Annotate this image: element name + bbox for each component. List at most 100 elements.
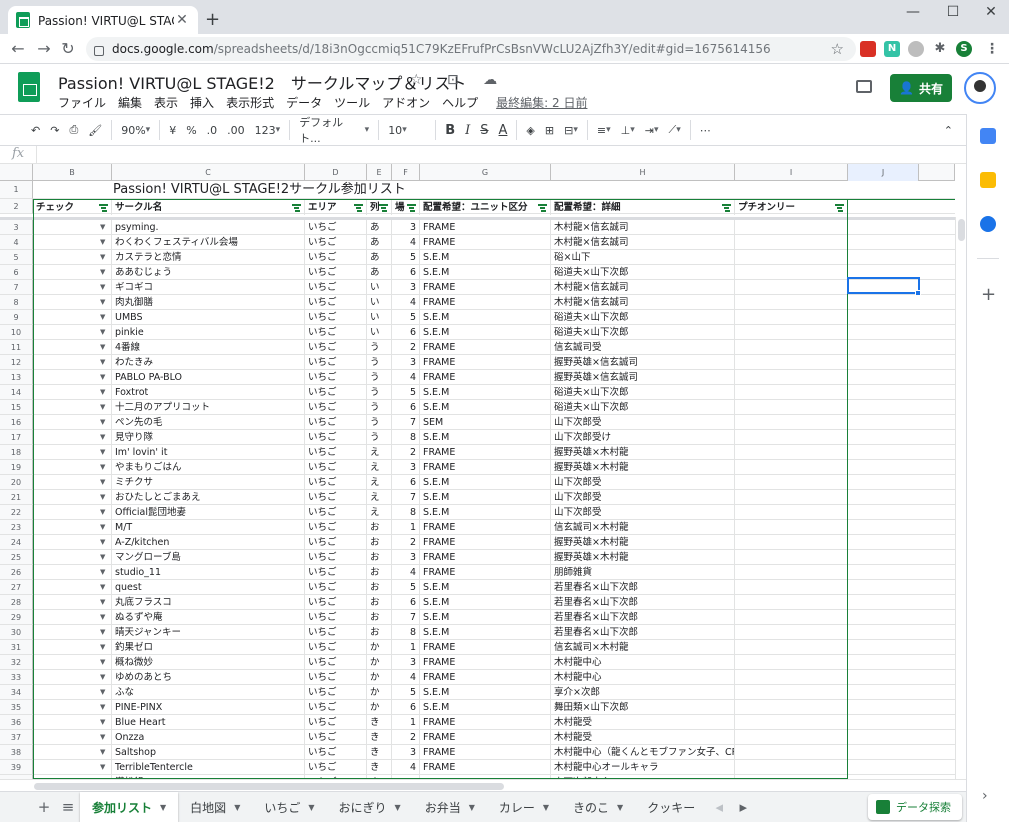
maximize-button[interactable]: ☐ — [938, 4, 968, 20]
row-number[interactable]: 21 — [0, 490, 33, 505]
row-number[interactable]: 17 — [0, 430, 33, 445]
sheet-tab-ichigo[interactable]: いちご ▼ — [252, 792, 326, 822]
vertical-scrollbar[interactable] — [955, 217, 966, 779]
sheet-tab-curry[interactable]: カレー ▼ — [487, 792, 561, 822]
strikethrough-button[interactable]: S — [475, 118, 493, 142]
row-number[interactable]: 32 — [0, 655, 33, 670]
comment-history-icon[interactable] — [856, 80, 872, 93]
row-number[interactable]: 33 — [0, 670, 33, 685]
font-size-select[interactable]: 10 — [383, 118, 431, 142]
pdf-extension-icon[interactable] — [860, 41, 876, 57]
forward-button[interactable]: → — [34, 39, 54, 58]
tab-close-icon[interactable]: ✕ — [174, 12, 190, 28]
percent-format-button[interactable]: % — [181, 118, 201, 142]
row-number[interactable]: 6 — [0, 265, 33, 280]
row-number[interactable]: 26 — [0, 565, 33, 580]
menu-edit[interactable]: 編集 — [118, 94, 142, 111]
scroll-tabs-left-icon[interactable]: ◂ — [707, 798, 731, 816]
avatar[interactable] — [964, 72, 996, 104]
row-number[interactable]: 14 — [0, 385, 33, 400]
text-wrap-icon[interactable]: ⇥ — [640, 118, 664, 142]
row-number[interactable]: 29 — [0, 610, 33, 625]
document-title[interactable]: Passion! VIRTU@L STAGE!2 サークルマップ＆リスト — [58, 70, 466, 94]
add-sheet-button[interactable]: + — [32, 798, 56, 816]
add-addon-icon[interactable]: + — [981, 284, 996, 305]
sheet-tab-blank-map[interactable]: 白地図 ▼ — [178, 792, 252, 822]
last-edit-link[interactable]: 最終編集: 2 日前 — [496, 94, 587, 111]
row-number[interactable]: 12 — [0, 355, 33, 370]
row-number[interactable]: 25 — [0, 550, 33, 565]
row-number[interactable]: 8 — [0, 295, 33, 310]
more-options-icon[interactable]: ⋯ — [695, 118, 716, 142]
row-number[interactable]: 35 — [0, 700, 33, 715]
row-number[interactable]: 1 — [0, 181, 33, 199]
title-actions-icons[interactable]: ☆ ⊡ ☁ — [410, 72, 507, 88]
window-close-button[interactable]: ✕ — [976, 4, 1006, 20]
reload-button[interactable]: ↻ — [58, 39, 78, 58]
row-number[interactable]: 30 — [0, 625, 33, 640]
row-number[interactable]: 11 — [0, 340, 33, 355]
menu-data[interactable]: データ — [286, 94, 322, 111]
scroll-thumb[interactable] — [34, 783, 504, 790]
row-number[interactable]: 37 — [0, 730, 33, 745]
menu-addons[interactable]: アドオン — [382, 94, 430, 111]
chevron-down-icon[interactable]: ▼ — [160, 803, 166, 812]
print-icon[interactable]: ⎙ — [64, 118, 83, 142]
new-tab-button[interactable]: + — [205, 9, 220, 30]
currency-format-button[interactable]: ¥ — [164, 118, 181, 142]
extensions-puzzle-icon[interactable]: ✱ — [932, 41, 948, 57]
horizontal-align-icon[interactable]: ≡ — [592, 118, 616, 142]
sheet-tab-participants[interactable]: 参加リスト ▼ — [80, 792, 179, 822]
vertical-align-icon[interactable]: ⊥ — [616, 118, 640, 142]
emoji-extension-icon[interactable] — [908, 41, 924, 57]
redo-icon[interactable]: ↷ — [45, 118, 64, 142]
column-header-i[interactable]: I — [735, 164, 848, 181]
row-number[interactable]: 39 — [0, 760, 33, 775]
explore-button[interactable]: データ探索 — [868, 794, 962, 820]
scroll-tabs-right-icon[interactable]: ▸ — [731, 798, 755, 816]
column-header-c[interactable]: C — [112, 164, 305, 181]
back-button[interactable]: ← — [8, 39, 28, 58]
bookmark-star-icon[interactable]: ☆ — [831, 40, 844, 58]
column-header-k[interactable] — [919, 164, 955, 181]
sheets-logo-icon[interactable] — [18, 72, 40, 102]
select-all-corner[interactable] — [0, 164, 33, 181]
share-button[interactable]: 👤 共有 — [890, 74, 952, 102]
chevron-down-icon[interactable]: ▼ — [308, 803, 314, 812]
fill-handle[interactable] — [915, 290, 921, 296]
row-number[interactable]: 9 — [0, 310, 33, 325]
selected-cell[interactable] — [847, 277, 920, 294]
chevron-down-icon[interactable]: ▼ — [395, 803, 401, 812]
column-header-e[interactable]: E — [367, 164, 392, 181]
row-number[interactable]: 5 — [0, 250, 33, 265]
text-rotate-icon[interactable]: ⟋ — [663, 118, 685, 142]
row-number[interactable]: 3 — [0, 220, 33, 235]
row-number[interactable]: 31 — [0, 640, 33, 655]
row-number[interactable]: 20 — [0, 475, 33, 490]
column-header-j[interactable]: J — [848, 164, 919, 181]
menu-tools[interactable]: ツール — [334, 94, 370, 111]
address-bar[interactable]: docs.google.com /spreadsheets/d/18i3nOgc… — [86, 37, 856, 61]
column-header-g[interactable]: G — [420, 164, 551, 181]
increase-decimal-button[interactable]: .00 — [222, 118, 250, 142]
sheet-tab-onigiri[interactable]: おにぎり ▼ — [327, 792, 413, 822]
decrease-decimal-button[interactable]: .0 — [202, 118, 223, 142]
n-extension-icon[interactable]: N — [884, 41, 900, 57]
row-number[interactable]: 38 — [0, 745, 33, 760]
chevron-down-icon[interactable]: ▼ — [234, 803, 240, 812]
menu-format[interactable]: 表示形式 — [226, 94, 274, 111]
collapse-menus-icon[interactable]: ⌃ — [939, 118, 958, 142]
undo-icon[interactable]: ↶ — [26, 118, 45, 142]
profile-icon[interactable]: S — [956, 41, 972, 57]
column-header-b[interactable]: B — [33, 164, 112, 181]
row-number[interactable]: 36 — [0, 715, 33, 730]
more-formats-select[interactable]: 123 — [250, 118, 286, 142]
keep-icon[interactable] — [980, 172, 996, 188]
row-number[interactable]: 10 — [0, 325, 33, 340]
sheet-tab-kinoko[interactable]: きのこ ▼ — [561, 792, 635, 822]
menu-insert[interactable]: 挿入 — [190, 94, 214, 111]
bold-button[interactable]: B — [440, 118, 460, 142]
menu-help[interactable]: ヘルプ — [442, 94, 478, 111]
font-select[interactable]: デフォルト... — [294, 116, 374, 145]
row-number[interactable]: 28 — [0, 595, 33, 610]
